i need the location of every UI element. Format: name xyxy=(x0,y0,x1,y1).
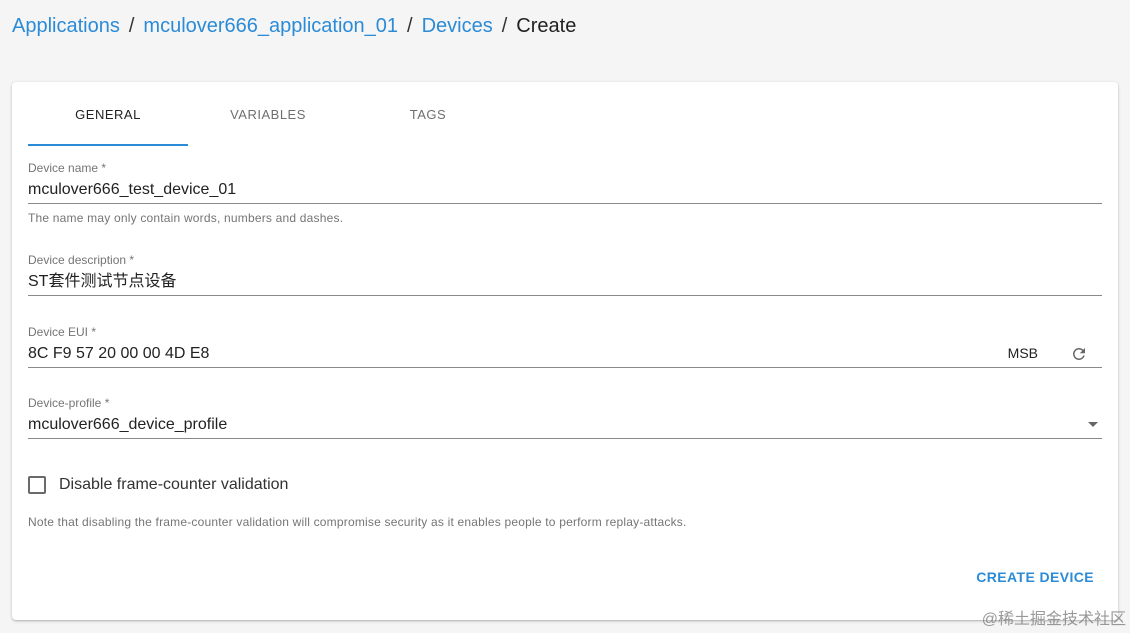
device-description-field: Device description * ST套件测试节点设备 xyxy=(28,253,1102,296)
refresh-icon[interactable] xyxy=(1070,345,1088,363)
device-description-label: Device description * xyxy=(28,253,135,267)
device-profile-value: mculover666_device_profile xyxy=(28,416,228,433)
frame-counter-checkbox[interactable] xyxy=(28,476,46,494)
breadcrumb-separator: / xyxy=(501,15,508,37)
breadcrumb: Applications / mculover666_application_0… xyxy=(12,14,576,38)
frame-counter-label[interactable]: Disable frame-counter validation xyxy=(59,476,288,494)
breadcrumb-devices-link[interactable]: Devices xyxy=(422,14,493,38)
tab-bar: GENERAL VARIABLES TAGS xyxy=(28,82,508,146)
breadcrumb-application-link[interactable]: mculover666_application_01 xyxy=(143,14,398,38)
create-device-button[interactable]: CREATE DEVICE xyxy=(976,569,1094,585)
breadcrumb-separator: / xyxy=(407,15,413,37)
device-eui-label: Device EUI * xyxy=(28,325,97,339)
device-description-input[interactable]: ST套件测试节点设备 xyxy=(28,267,1102,296)
device-profile-label: Device-profile * xyxy=(28,396,110,410)
device-name-label: Device name * xyxy=(28,161,107,175)
active-tab-indicator xyxy=(28,144,188,146)
breadcrumb-applications-link[interactable]: Applications xyxy=(12,14,120,38)
watermark: @稀土掘金技术社区 xyxy=(981,611,1126,628)
breadcrumb-separator: / xyxy=(128,15,135,37)
device-eui-input[interactable]: 8C F9 57 20 00 00 4D E8 MSB xyxy=(28,339,1102,368)
device-eui-field: Device EUI * 8C F9 57 20 00 00 4D E8 MSB xyxy=(28,325,1102,368)
breadcrumb-current: Create xyxy=(516,15,577,37)
device-profile-select[interactable]: mculover666_device_profile xyxy=(28,410,1102,439)
device-profile-field: Device-profile * mculover666_device_prof… xyxy=(28,396,1102,439)
tab-tags[interactable]: TAGS xyxy=(348,82,508,146)
tab-general[interactable]: GENERAL xyxy=(28,82,188,146)
byte-order-toggle[interactable]: MSB xyxy=(1008,339,1038,368)
frame-counter-checkbox-row[interactable]: Disable frame-counter validation xyxy=(28,476,288,494)
device-name-field: Device name * mculover666_test_device_01… xyxy=(28,161,1102,225)
device-name-input[interactable]: mculover666_test_device_01 xyxy=(28,175,1102,204)
dropdown-arrow-icon[interactable] xyxy=(1088,422,1098,427)
device-eui-value: 8C F9 57 20 00 00 4D E8 xyxy=(28,345,210,362)
frame-counter-note: Note that disabling the frame-counter va… xyxy=(28,515,687,529)
create-device-card: GENERAL VARIABLES TAGS Device name * mcu… xyxy=(12,82,1118,620)
device-name-helper: The name may only contain words, numbers… xyxy=(28,211,344,225)
tab-variables[interactable]: VARIABLES xyxy=(188,82,348,146)
